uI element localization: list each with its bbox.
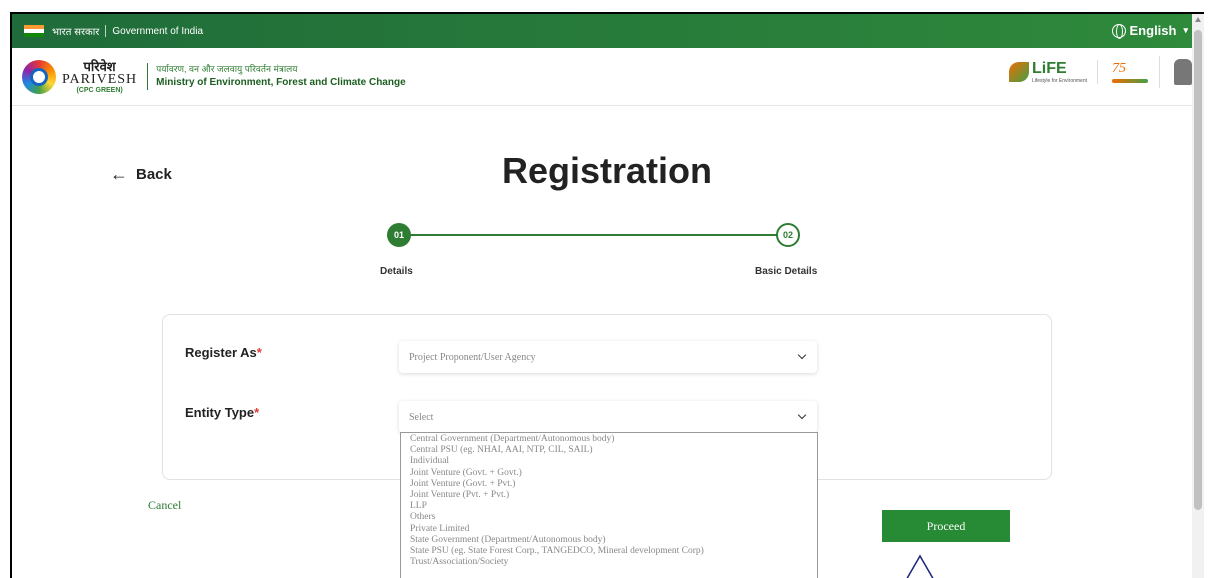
azadi-amrit-mahotsav-logo[interactable]: 75 bbox=[1112, 56, 1160, 88]
browser-viewport: भारत सरकार Government of India English ▾… bbox=[10, 12, 1204, 578]
required-asterisk: * bbox=[254, 405, 260, 420]
leaf-icon bbox=[1008, 62, 1029, 82]
dropdown-option[interactable]: Joint Venture (Govt. + Pvt.) bbox=[410, 479, 817, 490]
chevron-down-icon: ▾ bbox=[1183, 25, 1188, 35]
back-label: Back bbox=[136, 166, 172, 183]
parivesh-logo-icon[interactable] bbox=[22, 59, 56, 94]
step-2-indicator[interactable]: 02 bbox=[776, 223, 800, 247]
proceed-button[interactable]: Proceed bbox=[882, 510, 1010, 542]
progress-stepper: 01 02 Details Basic Details bbox=[380, 220, 820, 284]
dropdown-option[interactable]: State PSU (eg. State Forest Corp., TANGE… bbox=[410, 546, 817, 557]
dropdown-option[interactable]: Private Limited bbox=[410, 524, 817, 535]
government-label: भारत सरकार Government of India bbox=[52, 24, 203, 38]
dropdown-option[interactable]: Trust/Association/Society bbox=[410, 557, 817, 568]
gov-english-text: Government of India bbox=[112, 25, 204, 37]
language-selector[interactable]: English ▾ bbox=[1111, 23, 1188, 39]
dropdown-option[interactable]: Joint Venture (Pvt. + Pvt.) bbox=[410, 490, 817, 501]
gov-hindi-text: भारत सरकार bbox=[52, 27, 100, 38]
cancel-button[interactable]: Cancel bbox=[148, 498, 181, 513]
entity-type-label: Entity Type* bbox=[185, 405, 260, 420]
chevron-down-icon bbox=[797, 350, 807, 360]
arrow-left-icon: ← bbox=[110, 164, 128, 184]
life-logo-subtext: Lifestyle for Environment bbox=[1031, 78, 1087, 84]
parivesh-wordmark[interactable]: परिवेश PARIVESH (CPC GREEN) bbox=[62, 60, 137, 94]
india-flag-icon bbox=[24, 25, 44, 37]
globe-icon bbox=[1111, 23, 1126, 39]
amrit-number: 75 bbox=[1112, 61, 1126, 76]
annotation-arrow-icon bbox=[906, 554, 934, 578]
step-2-label: Basic Details bbox=[755, 266, 818, 277]
ministry-english: Ministry of Environment, Forest and Clim… bbox=[156, 76, 406, 88]
dropdown-option[interactable]: State Government (Department/Autonomous … bbox=[410, 535, 817, 546]
cpc-label: (CPC GREEN) bbox=[76, 86, 123, 94]
government-bar: भारत सरकार Government of India English ▾ bbox=[12, 14, 1204, 48]
dropdown-option[interactable]: Others bbox=[410, 512, 817, 523]
dropdown-option[interactable]: Central PSU (eg. NHAI, AAI, NTP, CIL, SA… bbox=[410, 445, 817, 456]
language-label: English bbox=[1129, 23, 1177, 38]
step-connector bbox=[400, 234, 782, 236]
register-as-value: Project Proponent/User Agency bbox=[409, 351, 536, 363]
back-link[interactable]: ← Back bbox=[110, 164, 172, 185]
screen-margin-left bbox=[0, 0, 10, 578]
step-1-indicator[interactable]: 01 bbox=[387, 223, 411, 247]
dropdown-option[interactable]: LLP bbox=[410, 501, 817, 512]
divider bbox=[105, 25, 107, 37]
chevron-down-icon bbox=[797, 410, 807, 420]
page-title: Registration bbox=[502, 150, 713, 191]
dropdown-option[interactable]: Individual bbox=[410, 456, 817, 467]
register-as-select[interactable]: Project Proponent/User Agency bbox=[399, 341, 817, 373]
partner-logos: LiFE Lifestyle for Environment 75 bbox=[1008, 56, 1192, 88]
national-emblem-icon bbox=[1174, 59, 1192, 85]
page-scrollbar[interactable] bbox=[1192, 14, 1204, 578]
screen-margin-top bbox=[0, 0, 1214, 12]
entity-type-dropdown-list[interactable]: Central Government (Department/Autonomou… bbox=[400, 432, 818, 578]
ministry-name: पर्यावरण, वन और जलवायु परिवर्तन मंत्रालय… bbox=[147, 63, 406, 90]
amrit-ribbon bbox=[1112, 79, 1148, 83]
entity-type-select[interactable]: Select bbox=[399, 401, 817, 433]
ministry-hindi: पर्यावरण, वन और जलवायु परिवर्तन मंत्रालय bbox=[156, 64, 298, 75]
parivesh-english: PARIVESH bbox=[62, 71, 138, 87]
dropdown-option[interactable]: Joint Venture (Govt. + Govt.) bbox=[410, 468, 817, 479]
life-logo-text: LiFE bbox=[1031, 60, 1067, 77]
dropdown-option[interactable]: Central Government (Department/Autonomou… bbox=[410, 434, 817, 445]
brand-header: परिवेश PARIVESH (CPC GREEN) पर्यावरण, वन… bbox=[12, 48, 1204, 106]
scrollbar-thumb[interactable] bbox=[1194, 30, 1202, 510]
register-as-label: Register As* bbox=[185, 345, 262, 360]
required-asterisk: * bbox=[256, 345, 262, 360]
scroll-up-arrow-icon[interactable] bbox=[1195, 17, 1201, 22]
step-1-label: Details bbox=[380, 266, 413, 277]
entity-type-value: Select bbox=[409, 411, 434, 423]
life-logo[interactable]: LiFE Lifestyle for Environment bbox=[1008, 60, 1098, 84]
parivesh-hindi: परिवेश bbox=[83, 58, 116, 74]
